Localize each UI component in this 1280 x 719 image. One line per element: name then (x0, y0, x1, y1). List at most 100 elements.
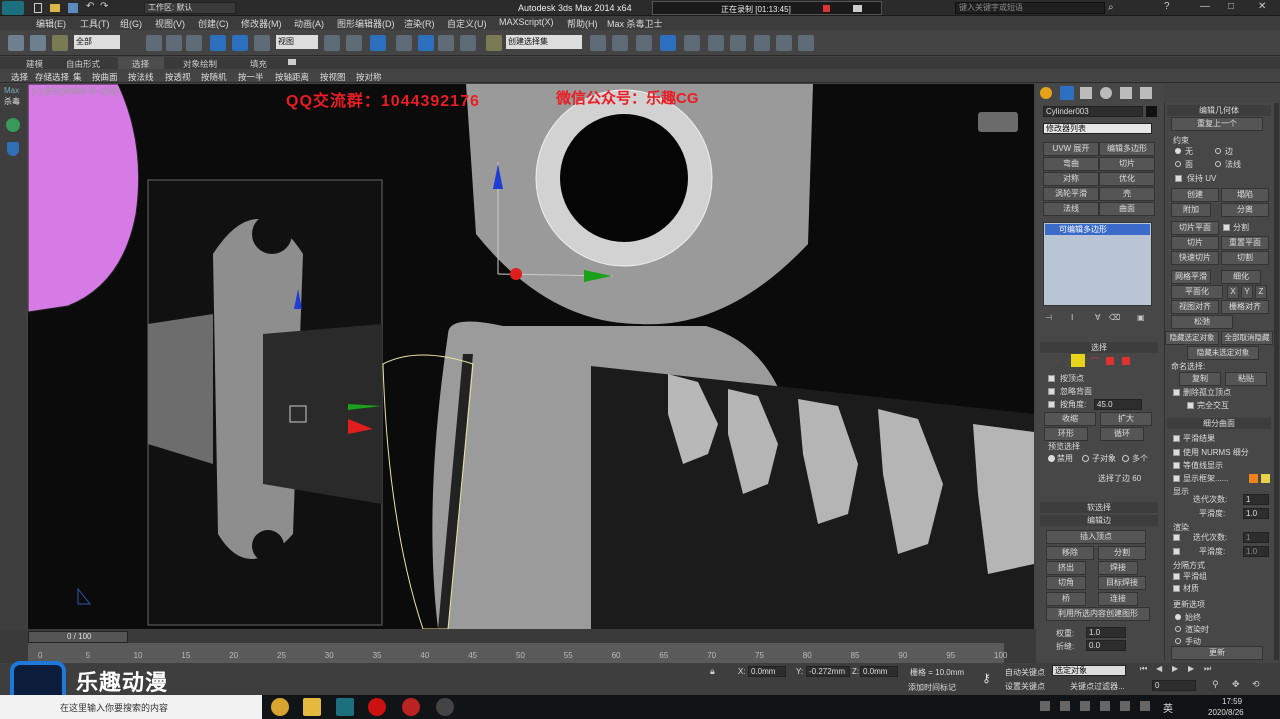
motion-tab-icon[interactable] (1100, 87, 1112, 99)
quickslice-button[interactable]: 快速切片 (1171, 251, 1219, 265)
menu-maxscript[interactable]: MAXScript(X) (499, 17, 554, 27)
planarize-y-button[interactable]: Y (1241, 285, 1253, 299)
materials-checkbox[interactable] (1173, 585, 1180, 592)
rect-selection-icon[interactable] (186, 35, 202, 51)
meshsmooth-button[interactable]: 网格平滑 (1171, 270, 1211, 284)
planarize-z-button[interactable]: Z (1255, 285, 1267, 299)
border-mode-icon[interactable]: ⌒ (1090, 355, 1099, 368)
workspace-dropdown[interactable]: 工作区: 默认 (144, 2, 236, 14)
weld-button[interactable]: 焊接 (1098, 561, 1138, 575)
menu-antivirus[interactable]: Max 杀毒卫士 (607, 17, 663, 30)
pan-icon[interactable]: ✥ (1232, 679, 1240, 690)
tray-icon-5[interactable] (1120, 701, 1130, 711)
mod-normal[interactable]: 法线 (1043, 202, 1099, 216)
object-name-field[interactable]: Cylinder003 (1043, 106, 1143, 117)
menu-create[interactable]: 创建(C) (198, 17, 229, 30)
menu-help[interactable]: 帮助(H) (567, 17, 598, 30)
mod-uvw-unwrap[interactable]: UVW 展开 (1043, 142, 1099, 156)
select-icon[interactable] (146, 35, 162, 51)
paste-button[interactable]: 粘贴 (1225, 372, 1267, 386)
display-tab-icon[interactable] (1120, 87, 1132, 99)
relax-button[interactable]: 松弛 (1171, 315, 1233, 329)
mod-slice[interactable]: 切片 (1099, 157, 1155, 171)
orbit-icon[interactable]: ⟲ (1252, 679, 1260, 690)
ribbon-select[interactable]: 选择 (11, 71, 28, 83)
isoline-display-checkbox[interactable] (1173, 462, 1180, 469)
constraint-normal-radio[interactable] (1215, 161, 1221, 167)
rotate-icon[interactable] (254, 35, 270, 51)
rollout-scrollbar[interactable] (1274, 103, 1279, 660)
edit-edges-header[interactable]: 编辑边 (1040, 515, 1158, 526)
ribbon-toggle-icon[interactable] (288, 59, 296, 65)
undo-icon[interactable]: ↶ (86, 1, 94, 12)
vertex-mode-icon[interactable]: · (1056, 356, 1059, 366)
input-language[interactable]: 英 (1163, 700, 1173, 715)
planarize-x-button[interactable]: X (1227, 285, 1239, 299)
cage-color-swatch-yellow[interactable] (1261, 474, 1270, 483)
ribbon-store-sel[interactable]: 存储选择 (35, 71, 69, 83)
display-smoothness-field[interactable]: 1.0 (1243, 508, 1269, 519)
hierarchy-tab-icon[interactable] (1080, 87, 1092, 99)
zoom-icon[interactable]: ⚲ (1212, 679, 1219, 690)
constraint-face-radio[interactable] (1175, 161, 1181, 167)
update-render-radio[interactable] (1175, 626, 1181, 632)
unhide-all-button[interactable]: 全部取消隐藏 (1221, 331, 1273, 345)
insert-vertex-button[interactable]: 插入顶点 (1046, 530, 1146, 544)
new-icon[interactable] (34, 3, 42, 13)
view-align-button[interactable]: 视图对齐 (1171, 300, 1219, 314)
window-crossing-icon[interactable] (210, 35, 226, 51)
minimize-icon[interactable]: — (1200, 1, 1210, 12)
ring-button[interactable]: 环形 (1044, 427, 1088, 441)
make-unique-icon[interactable]: ∀ (1095, 313, 1100, 322)
render-smoothness-field[interactable]: 1.0 (1243, 546, 1269, 557)
weight-field[interactable]: 1.0 (1086, 627, 1126, 638)
stack-item-editable-poly[interactable]: 可编辑多边形 (1045, 224, 1150, 235)
percent-snap-icon[interactable] (438, 35, 454, 51)
target-weld-button[interactable]: 目标焊接 (1098, 576, 1146, 590)
menu-rendering[interactable]: 渲染(R) (404, 17, 435, 30)
planarize-button[interactable]: 平面化 (1171, 285, 1223, 299)
clock-date[interactable]: 2020/8/26 (1208, 708, 1244, 717)
keyboard-shortcut-icon[interactable] (370, 35, 386, 51)
auto-key-label[interactable]: 自动关键点 (1005, 667, 1045, 678)
cage-color-swatch-orange[interactable] (1249, 474, 1258, 483)
update-manual-radio[interactable] (1175, 638, 1181, 644)
app-icon-red[interactable] (402, 698, 420, 716)
render-production-icon[interactable] (798, 35, 814, 51)
split-button[interactable]: 分割 (1098, 546, 1146, 560)
time-slider[interactable]: 0 / 100 (28, 631, 128, 643)
by-angle-checkbox[interactable] (1048, 401, 1055, 408)
key-icon[interactable]: ⚷ (982, 671, 991, 685)
menu-animation[interactable]: 动画(A) (294, 17, 324, 30)
pin-stack-icon[interactable]: ⊣ (1045, 313, 1052, 322)
record-stop-icon[interactable] (823, 5, 830, 12)
reference-coord-dropdown[interactable]: 视图 (276, 35, 318, 49)
lock-icon[interactable]: 🔒︎ (710, 666, 715, 677)
grow-button[interactable]: 扩大 (1100, 412, 1152, 426)
mod-symmetry[interactable]: 对称 (1043, 172, 1099, 186)
modifier-stack[interactable]: 可编辑多边形 (1043, 222, 1152, 306)
render-iterations-checkbox[interactable] (1173, 534, 1180, 541)
mod-shell[interactable]: 壳 (1099, 187, 1155, 201)
create-button[interactable]: 创建 (1171, 188, 1219, 202)
rendered-frame-icon[interactable] (776, 35, 792, 51)
tray-icon-3[interactable] (1080, 701, 1090, 711)
constraint-none-radio[interactable] (1175, 148, 1181, 154)
mod-optimize[interactable]: 优化 (1099, 172, 1155, 186)
mod-turbosmooth[interactable]: 涡轮平滑 (1043, 187, 1099, 201)
mod-bend[interactable]: 弯曲 (1043, 157, 1099, 171)
curve-editor-icon[interactable] (684, 35, 700, 51)
collapse-button[interactable]: 塌陷 (1221, 188, 1269, 202)
3dsmax-icon[interactable] (336, 698, 354, 716)
search-input[interactable]: 键入关键字或短语 (955, 2, 1105, 14)
crease-field[interactable]: 0.0 (1086, 640, 1126, 651)
viewport-scene[interactable] (28, 84, 1034, 629)
x-coord-field[interactable]: 0.0mm (748, 666, 786, 677)
configure-sets-icon[interactable]: ▣ (1137, 313, 1145, 322)
use-nurms-checkbox[interactable] (1173, 449, 1180, 456)
create-shape-button[interactable]: 利用所选内容创建图形 (1046, 607, 1150, 621)
schematic-view-icon[interactable] (708, 35, 724, 51)
update-button[interactable]: 更新 (1171, 646, 1263, 660)
reset-plane-button[interactable]: 重置平面 (1221, 236, 1269, 250)
layer-manager-icon[interactable] (636, 35, 652, 51)
